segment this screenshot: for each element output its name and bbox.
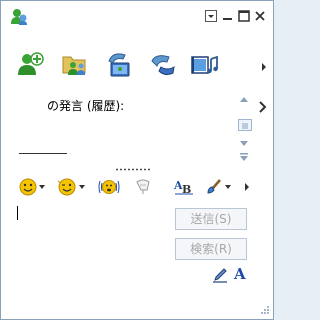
pane-splitter[interactable] (115, 168, 151, 171)
resize-grip[interactable] (258, 303, 270, 315)
text-mode-font-icon[interactable]: A (234, 265, 250, 283)
voice-clip-button[interactable] (133, 175, 153, 199)
text-caret (17, 206, 18, 220)
background-dropdown-icon (225, 185, 231, 189)
video-call-icon[interactable] (105, 49, 137, 81)
emoticon-icon (19, 178, 37, 196)
invite-contact-icon[interactable] (15, 49, 47, 81)
voice-call-icon[interactable] (147, 49, 179, 81)
format-toolbar: A B (1, 175, 273, 201)
nudge-icon (98, 180, 120, 194)
message-input[interactable] (15, 205, 165, 261)
main-toolbar (1, 49, 273, 89)
background-brush-icon (207, 179, 221, 194)
format-more-icon[interactable] (243, 175, 251, 199)
history-header: の発言 (履歴): (47, 99, 125, 113)
font-style-button[interactable]: A B (173, 175, 195, 199)
share-media-icon[interactable] (189, 49, 221, 81)
close-button[interactable] (253, 9, 267, 23)
scroll-down-icon[interactable] (238, 151, 250, 161)
emoticon-dropdown-icon (39, 185, 45, 189)
wink-button[interactable] (57, 175, 85, 199)
background-button[interactable] (205, 175, 231, 199)
toolbar-more-icon[interactable] (260, 61, 268, 71)
history-divider (19, 153, 67, 154)
expand-panel-icon[interactable] (259, 101, 267, 113)
title-bar (1, 1, 273, 31)
scroll-thumb[interactable] (238, 119, 252, 131)
voice-clip-icon (136, 179, 150, 194)
scroll-up-icon[interactable] (238, 93, 250, 105)
scroll-page-down-icon[interactable] (238, 137, 250, 147)
wink-dropdown-icon (79, 185, 85, 189)
menu-dropdown-button[interactable] (204, 9, 218, 23)
history-scrollbar[interactable] (234, 93, 254, 163)
conversation-history: の発言 (履歴): (15, 93, 235, 163)
minimize-button[interactable] (221, 9, 235, 23)
nudge-button[interactable] (97, 175, 121, 199)
conversation-window: の発言 (履歴): A B 送信(S) 検索(R) A (0, 0, 274, 320)
share-folder-icon[interactable] (59, 49, 91, 81)
messenger-buddy-icon (9, 7, 29, 27)
emoticon-button[interactable] (19, 175, 45, 199)
maximize-button[interactable] (237, 9, 251, 23)
send-button[interactable]: 送信(S) (175, 208, 247, 230)
search-button[interactable]: 検索(R) (175, 238, 247, 260)
wink-icon (57, 178, 76, 196)
handwriting-pencil-icon[interactable] (212, 267, 228, 283)
font-style-icon: A B (173, 179, 193, 196)
